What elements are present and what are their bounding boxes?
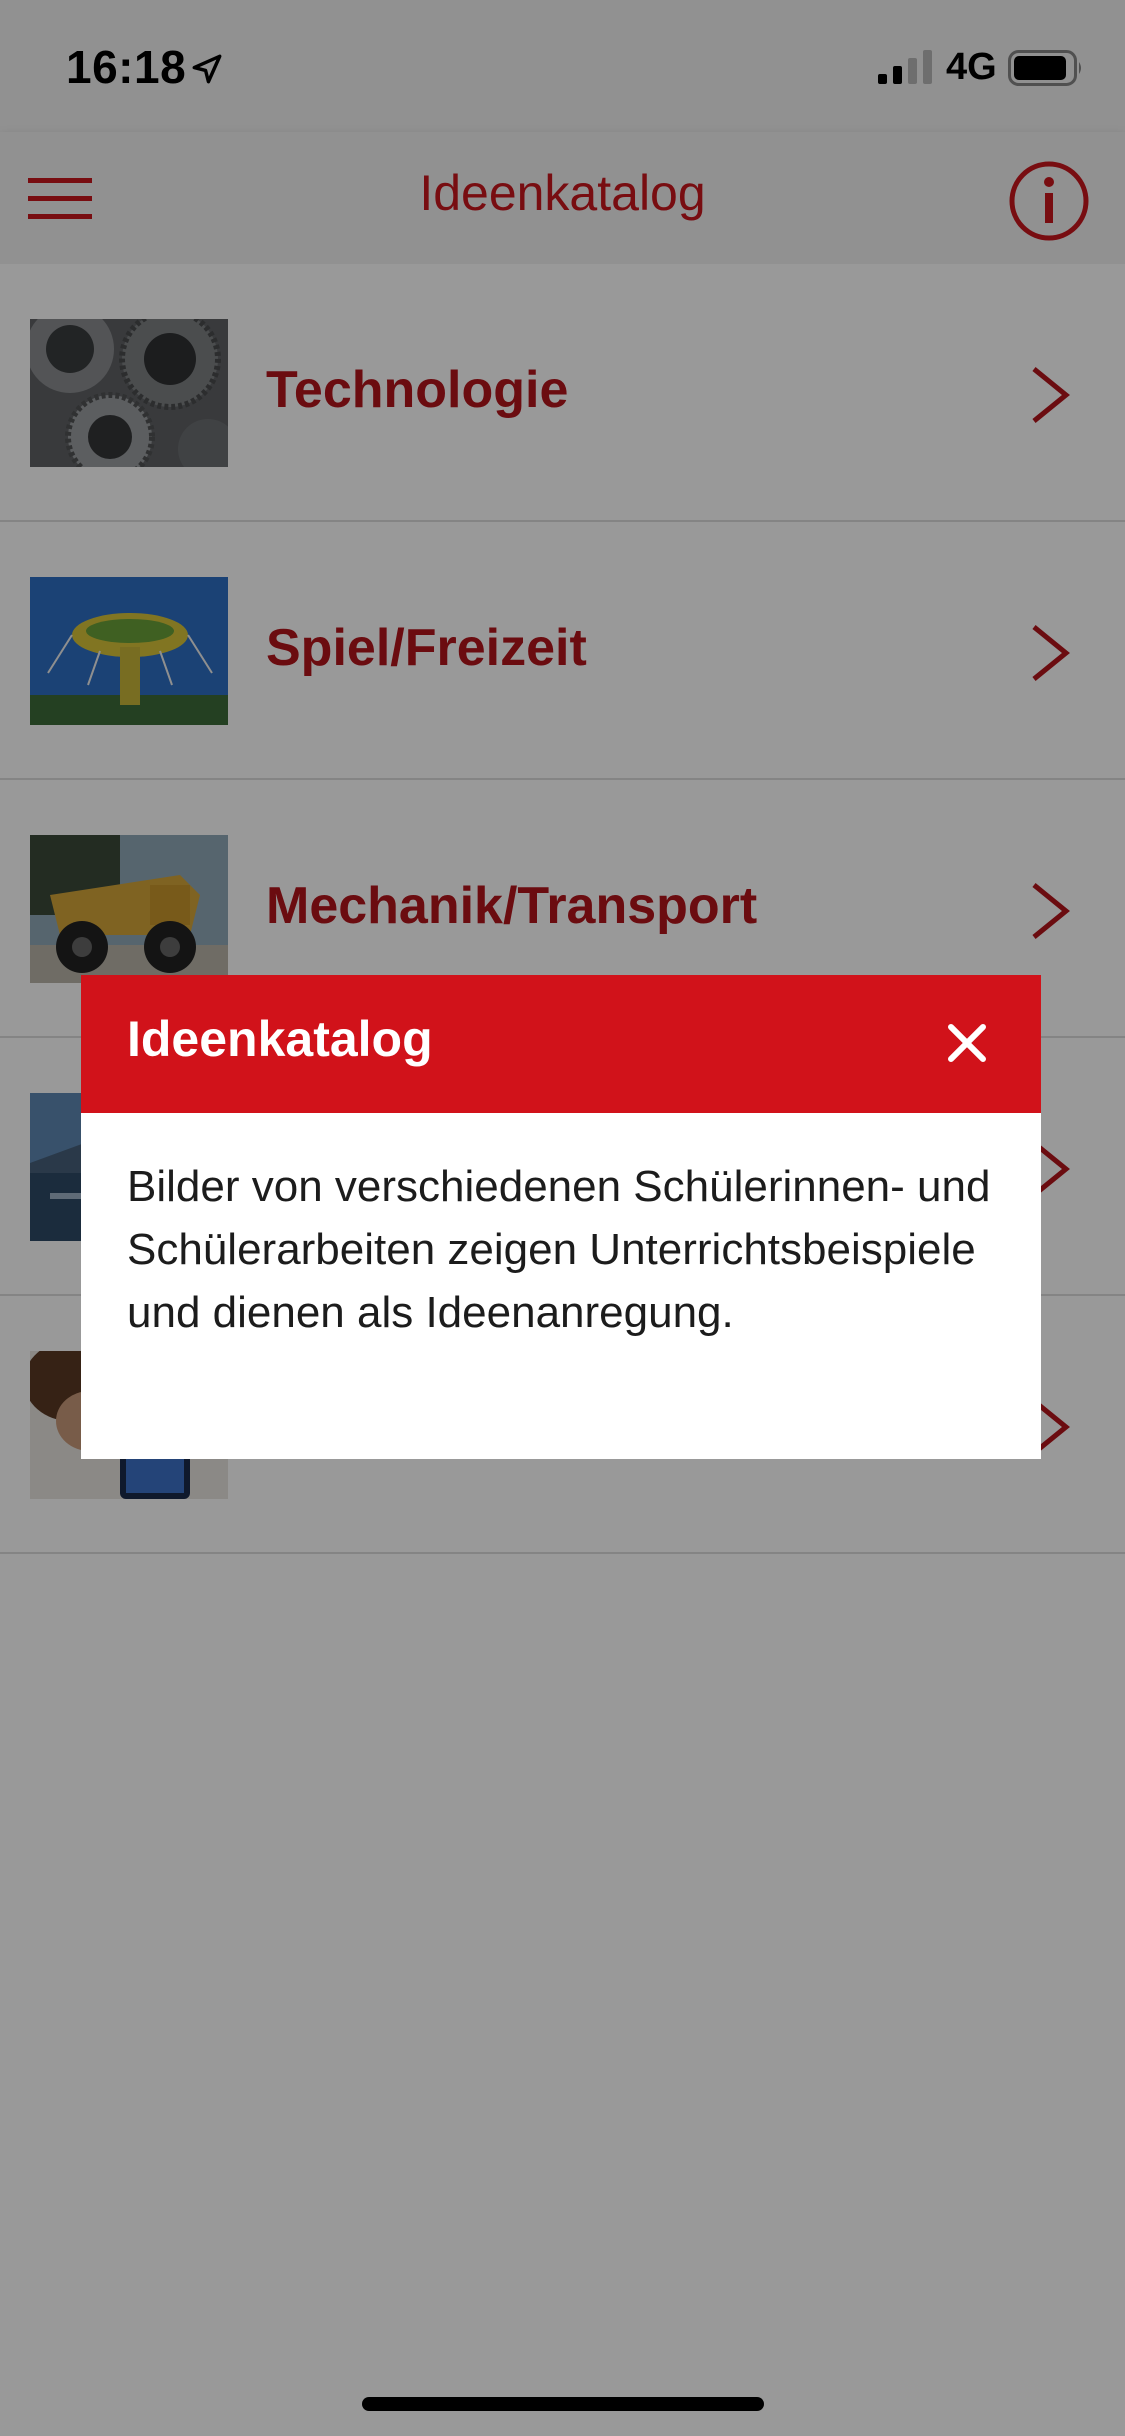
close-icon[interactable]	[945, 1021, 989, 1065]
dialog-title: Ideenkatalog	[127, 1011, 433, 1067]
dialog-header: Ideenkatalog	[81, 975, 1041, 1113]
home-indicator	[362, 2397, 764, 2411]
dialog-body-text: Bilder von verschiedenen Schülerinnen- u…	[127, 1162, 991, 1337]
info-dialog: Ideenkatalog Bilder von verschiedenen Sc…	[81, 975, 1041, 1459]
